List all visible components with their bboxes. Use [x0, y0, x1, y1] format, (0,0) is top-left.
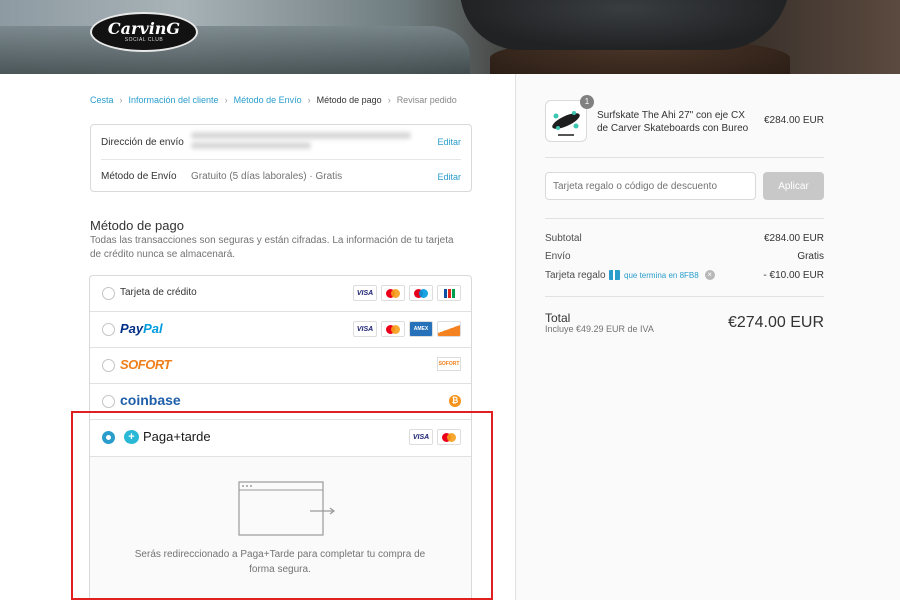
card-icons: VISA AMEX: [353, 321, 461, 337]
edit-shipping-address-link[interactable]: Editar: [437, 137, 461, 147]
pagamastarde-logo: + Paga+tarde: [124, 429, 211, 444]
tax-note: Incluye €49.29 EUR de IVA: [545, 324, 654, 334]
radio-paypal[interactable]: [102, 323, 115, 336]
shipping-label: Envío: [545, 251, 571, 262]
shipping-value: Gratis: [797, 251, 824, 262]
redirect-info-panel: Serás redireccionado a Paga+Tarde para c…: [90, 457, 471, 600]
product-name: Surfskate The Ahi 27" con eje CX de Carv…: [597, 110, 749, 134]
product-thumbnail: 1: [545, 95, 594, 142]
payment-option-sofort[interactable]: SOFORT SOFORT: [90, 348, 471, 384]
product-price: €284.00 EUR: [763, 115, 824, 126]
payment-option-coinbase[interactable]: coinbase ₿: [90, 384, 471, 420]
payment-option-credit-card[interactable]: Tarjeta de crédito VISA: [90, 276, 471, 312]
banner-background-hat: [460, 0, 790, 50]
giftcard-row: Tarjeta regalo que termina en 8FB8 × - €…: [545, 270, 824, 284]
card-icons: VISA: [409, 429, 461, 445]
shipping-row: Envío Gratis: [545, 251, 824, 265]
subtotal-row: Subtotal €284.00 EUR: [545, 233, 824, 247]
coinbase-logo: coinbase: [120, 392, 181, 408]
giftcard-value: - €10.00 EUR: [763, 270, 824, 281]
breadcrumb-separator: ›: [307, 95, 311, 105]
breadcrumb-separator: ›: [119, 95, 123, 105]
payment-title: Método de pago: [90, 218, 184, 233]
breadcrumb-payment-method: Método de pago: [316, 95, 382, 105]
order-summary-panel: [515, 74, 900, 600]
logo-subtitle: SOCIAL CLUB: [124, 37, 164, 43]
remove-giftcard-icon[interactable]: ×: [704, 270, 715, 280]
shipping-address-blurred: [191, 129, 421, 155]
divider: [545, 296, 824, 297]
shipping-method-row: Método de Envío Gratuito (5 días laboral…: [101, 159, 461, 193]
banner-background-rocks: [0, 26, 470, 74]
paypal-logo: PayPal: [120, 321, 163, 336]
edit-shipping-method-link[interactable]: Editar: [437, 172, 461, 182]
total-amount: €274.00 EUR: [727, 314, 824, 331]
subtotal-value: €284.00 EUR: [763, 233, 824, 244]
pagamastarde-label: Paga+tarde: [143, 429, 211, 444]
sofort-badge-wrap: SOFORT: [437, 357, 461, 371]
mastercard-icon: [381, 285, 405, 301]
radio-credit-card[interactable]: [102, 287, 115, 300]
amex-icon: AMEX: [409, 321, 433, 337]
visa-icon: VISA: [409, 429, 433, 445]
store-logo[interactable]: CarvinG SOCIAL CLUB: [90, 12, 198, 52]
skateboard-image-icon: [552, 111, 580, 136]
header-banner: CarvinG SOCIAL CLUB: [0, 0, 900, 74]
giftcard-code-tag: que termina en 8FB8 ×: [609, 270, 715, 280]
product-line-item: 1 Surfskate The Ahi 27" con eje CX de Ca…: [545, 95, 824, 144]
shipping-address-label: Dirección de envío: [101, 136, 184, 148]
pagamastarde-bubble-icon: +: [124, 429, 139, 444]
giftcard-label: Tarjeta regalo: [545, 270, 606, 281]
divider: [545, 157, 824, 158]
breadcrumb-shipping-method[interactable]: Método de Envío: [234, 95, 302, 105]
maestro-icon: [409, 285, 433, 301]
shipping-method-label: Método de Envío: [101, 171, 177, 182]
logo-text: CarvinG: [107, 19, 181, 38]
browser-redirect-icon: [238, 481, 335, 536]
total-label: Total: [545, 311, 571, 325]
subtotal-label: Subtotal: [545, 233, 582, 244]
shipping-address-row: Dirección de envío Editar: [91, 125, 471, 159]
breadcrumb-separator: ›: [224, 95, 228, 105]
bitcoin-icon: ₿: [449, 395, 461, 407]
payment-option-pagamastarde[interactable]: + Paga+tarde VISA: [90, 420, 471, 457]
gift-icon: [609, 270, 620, 280]
breadcrumb-cart[interactable]: Cesta: [90, 95, 114, 105]
radio-sofort[interactable]: [102, 359, 115, 372]
quantity-badge: 1: [580, 95, 594, 109]
review-box: Dirección de envío Editar Método de Enví…: [90, 124, 472, 192]
apply-discount-button[interactable]: Aplicar: [763, 172, 824, 200]
sofort-logo: SOFORT: [120, 357, 171, 372]
redirect-text: Serás redireccionado a Paga+Tarde para c…: [134, 549, 426, 575]
discover-icon: [437, 321, 461, 337]
sofort-badge-icon: SOFORT: [437, 357, 461, 371]
radio-pagamastarde[interactable]: [102, 431, 115, 444]
payment-methods-list: Tarjeta de crédito VISA PayPal VISA AMEX…: [89, 275, 472, 600]
visa-icon: VISA: [353, 285, 377, 301]
divider: [545, 218, 824, 219]
mastercard-icon: [437, 429, 461, 445]
jcb-icon: [437, 285, 461, 301]
shipping-method-value: Gratuito (5 días laborales) · Gratis: [191, 171, 343, 182]
radio-coinbase[interactable]: [102, 395, 115, 408]
breadcrumb-separator: ›: [387, 95, 391, 105]
payment-description: Todas las transacciones son seguras y es…: [90, 235, 454, 260]
discount-code-input[interactable]: [545, 172, 756, 200]
bitcoin-badge-wrap: ₿: [449, 393, 461, 407]
breadcrumb-review-order: Revisar pedido: [396, 95, 457, 105]
card-icons: VISA: [353, 285, 461, 301]
giftcard-code: que termina en 8FB8: [624, 270, 699, 280]
visa-icon: VISA: [353, 321, 377, 337]
breadcrumb: Cesta › Información del cliente › Método…: [90, 95, 457, 105]
payment-option-paypal[interactable]: PayPal VISA AMEX: [90, 312, 471, 348]
payment-option-label: Tarjeta de crédito: [120, 287, 197, 298]
mastercard-icon: [381, 321, 405, 337]
breadcrumb-customer-info[interactable]: Información del cliente: [129, 95, 219, 105]
